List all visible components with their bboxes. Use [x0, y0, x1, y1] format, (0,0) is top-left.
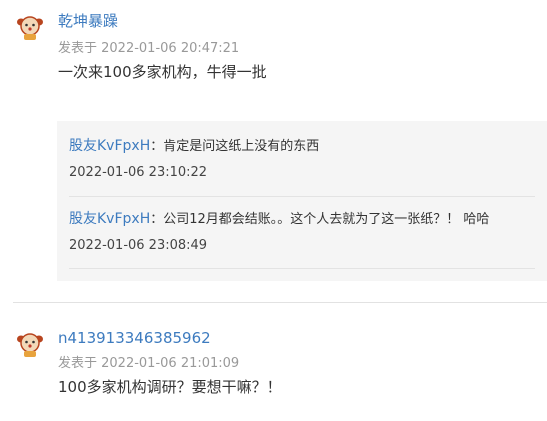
reply-timestamp: 2022-01-06 23:08:49: [69, 238, 208, 253]
reply-username[interactable]: 股友KvFpxH: [69, 211, 150, 227]
reply-content: 股友KvFpxH：肯定是问这纸上没有的东西: [69, 135, 319, 155]
reply-text: ：公司12月都会结账。。这个人去就为了这一张纸？！ 哈哈: [150, 212, 490, 227]
reply-content: 股友KvFpxH：公司12月都会结账。。这个人去就为了这一张纸？！ 哈哈: [69, 208, 489, 228]
reply-item: 股友KvFpxH：公司12月都会结账。。这个人去就为了这一张纸？！ 哈哈 202…: [69, 208, 535, 268]
cartoon-avatar-icon[interactable]: [16, 330, 44, 358]
reply-divider: [69, 268, 535, 269]
reply-list: 股友KvFpxH：肯定是问这纸上没有的东西 2022-01-06 23:10:2…: [57, 121, 547, 281]
comment-item: n413913346385962 发表于 2022-01-06 21:01:09…: [0, 310, 547, 421]
comment-divider: [13, 302, 547, 303]
reply-item: 股友KvFpxH：肯定是问这纸上没有的东西 2022-01-06 23:10:2…: [69, 135, 535, 195]
reply-username[interactable]: 股友KvFpxH: [69, 138, 150, 154]
comment-timestamp: 发表于 2022-01-06 21:01:09: [58, 356, 240, 371]
comment-text: 100多家机构调研？要想干嘛？！: [58, 378, 282, 396]
comment-timestamp: 发表于 2022-01-06 20:47:21: [58, 41, 240, 56]
comment-text: 一次来100多家机构，牛得一批: [58, 63, 267, 81]
reply-timestamp: 2022-01-06 23:10:22: [69, 165, 208, 180]
reply-divider: [69, 196, 535, 197]
cartoon-avatar-icon[interactable]: [16, 13, 44, 41]
comment-author[interactable]: n413913346385962: [58, 329, 211, 347]
comment-item: 乾坤暴躁 发表于 2022-01-06 20:47:21 一次来100多家机构，…: [0, 0, 547, 300]
reply-text: ：肯定是问这纸上没有的东西: [150, 139, 320, 154]
comment-author[interactable]: 乾坤暴躁: [58, 10, 118, 31]
